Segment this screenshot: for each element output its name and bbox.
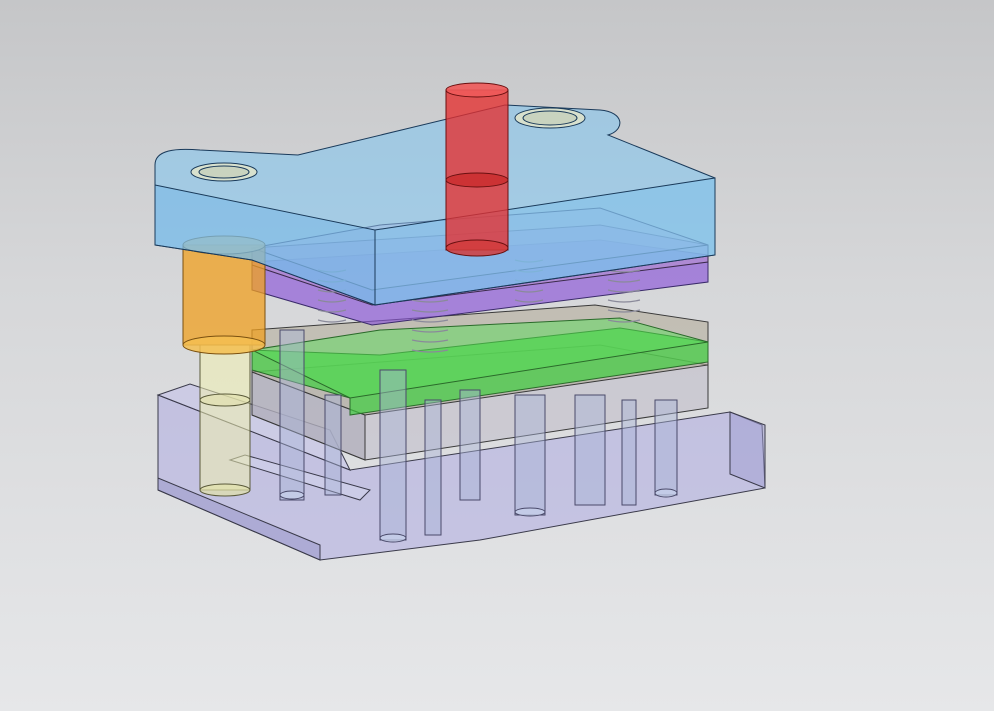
shank[interactable] (445, 82, 509, 257)
guide-post[interactable] (199, 344, 251, 497)
cad-viewport[interactable] (0, 0, 994, 711)
die-assembly-model[interactable] (0, 0, 994, 711)
